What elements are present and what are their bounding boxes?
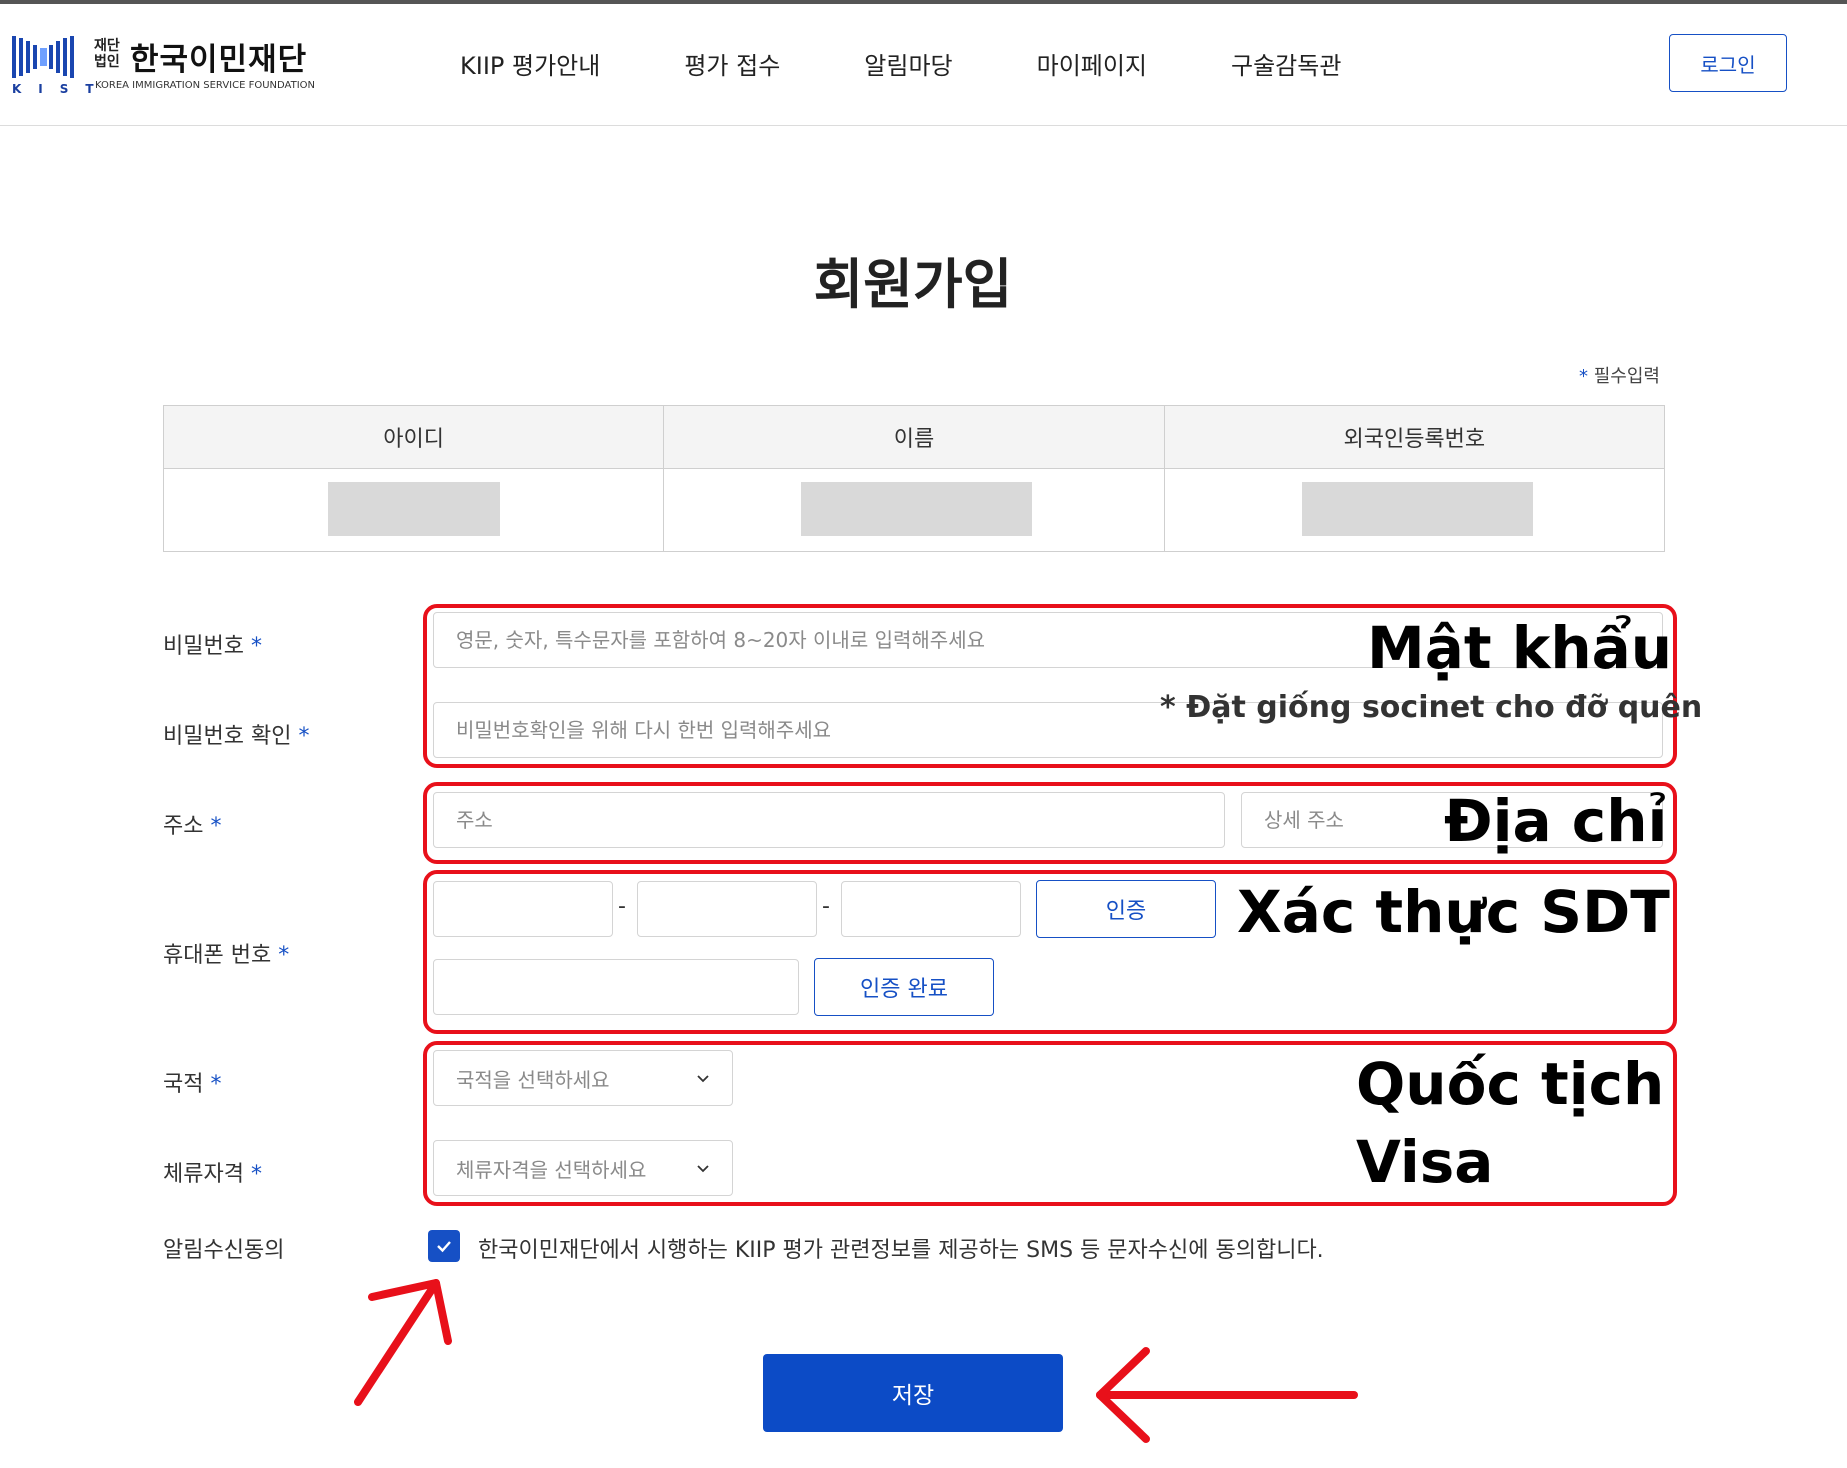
- annotation-arrows: [354, 1279, 1358, 1443]
- arrow-to-checkbox-shaft: [354, 1279, 440, 1406]
- arrow-to-checkbox-head: [368, 1279, 452, 1345]
